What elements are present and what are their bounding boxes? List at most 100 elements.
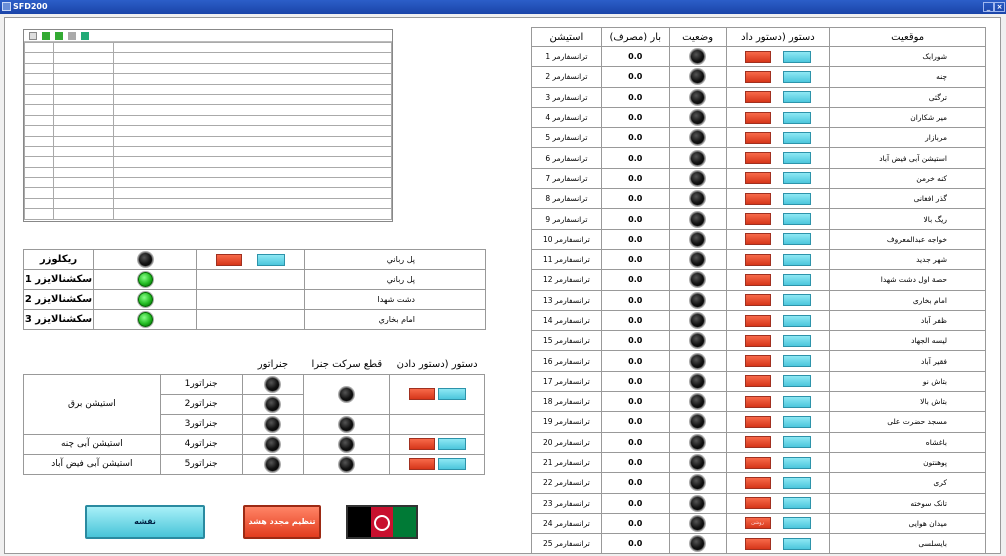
on-button[interactable]: [783, 131, 812, 144]
off-button[interactable]: [744, 294, 771, 307]
off-button[interactable]: [744, 314, 771, 327]
gen-col-header-breaker: قطع سرکت جنرا: [311, 359, 383, 371]
table-row: ترانسفارمر 16 0.0 فقیر آباد: [531, 350, 986, 372]
on-button[interactable]: [783, 395, 812, 408]
table-row: ترانسفارمر 24 0.0 روشن میدان هوایی: [531, 512, 986, 535]
on-button[interactable]: [783, 50, 812, 63]
on-button[interactable]: [783, 192, 812, 205]
on-button[interactable]: [783, 294, 812, 307]
on-button[interactable]: [783, 314, 812, 327]
on-button[interactable]: [783, 213, 812, 226]
afghanistan-flag: [346, 505, 418, 539]
refresh-icon[interactable]: [54, 32, 63, 40]
off-button[interactable]: [744, 172, 771, 185]
station-name: ترانسفارمر 17: [531, 370, 602, 393]
location-name: بتاش بالا: [829, 391, 986, 413]
off-button[interactable]: [744, 395, 771, 408]
add-icon[interactable]: [41, 32, 50, 40]
table-row: ترانسفارمر 2 0.0 چنه: [531, 66, 986, 88]
gen1-off-button[interactable]: [408, 388, 435, 400]
gen5-off-button[interactable]: [408, 458, 435, 470]
on-button[interactable]: [783, 497, 812, 510]
off-button[interactable]: [744, 192, 771, 205]
on-button[interactable]: [783, 456, 812, 469]
recloser-on-button[interactable]: [257, 253, 286, 266]
status-led: [690, 170, 706, 186]
status-led: [690, 89, 706, 105]
off-button[interactable]: [744, 375, 771, 388]
filter-icon[interactable]: [29, 32, 37, 40]
off-button[interactable]: [744, 91, 771, 104]
off-button[interactable]: [744, 334, 771, 347]
reset-alarm-button[interactable]: تنظیم مجدد هشد: [243, 505, 321, 539]
gen4-on-button[interactable]: [437, 438, 466, 450]
on-button[interactable]: [783, 517, 812, 530]
status-led: [690, 211, 706, 227]
off-button[interactable]: [744, 497, 771, 510]
load-value: 0.0: [600, 391, 670, 413]
off-button[interactable]: [744, 436, 771, 449]
off-button[interactable]: [744, 476, 771, 489]
station-name: ترانسفارمر 25: [531, 533, 602, 555]
off-button[interactable]: [744, 152, 771, 165]
breaker2-status-led: [339, 416, 355, 432]
on-button[interactable]: [783, 355, 812, 368]
off-button[interactable]: [744, 70, 771, 83]
table-row: ترانسفارمر 6 0.0 استیشن آبی فیض آباد: [531, 147, 986, 169]
on-button[interactable]: [783, 91, 812, 104]
table-row: ترانسفارمر 9 0.0 ریگ بالا: [531, 208, 986, 230]
off-button[interactable]: روشن: [744, 517, 771, 530]
on-button[interactable]: [783, 334, 812, 347]
recloser-row: سکشنالایزر 1 پل رباني: [23, 269, 486, 290]
excel-icon[interactable]: [80, 32, 89, 40]
on-button[interactable]: [783, 172, 812, 185]
clear-icon[interactable]: [67, 32, 76, 40]
on-button[interactable]: [783, 537, 812, 550]
station-electric-label: استیشن برق: [23, 373, 161, 435]
table-row: ترانسفارمر 15 0.0 لیسه الجهاد: [531, 330, 986, 352]
on-button[interactable]: [783, 233, 812, 246]
col-header-location: موقعیت: [829, 27, 986, 47]
recloser-name: ریکلوزر: [23, 249, 94, 270]
station-name: ترانسفارمر 18: [531, 391, 602, 413]
gen4-status-led: [265, 436, 281, 452]
location-name: ریگ بالا: [829, 208, 986, 230]
off-button[interactable]: [744, 355, 771, 368]
log-row: [24, 93, 392, 106]
station-name: ترانسفارمر 19: [531, 411, 602, 433]
off-button[interactable]: [744, 273, 771, 286]
minimize-icon[interactable]: _: [983, 2, 994, 12]
station-chena-label: استیشن آبی چنه: [23, 433, 161, 455]
on-button[interactable]: [783, 273, 812, 286]
off-button[interactable]: [744, 111, 771, 124]
gen4-off-button[interactable]: [408, 438, 435, 450]
on-button[interactable]: [783, 70, 812, 83]
close-icon[interactable]: ×: [994, 2, 1005, 12]
col-header-load: (بار (مصرف: [600, 27, 670, 47]
off-button[interactable]: [744, 253, 771, 266]
off-button[interactable]: [744, 456, 771, 469]
off-button[interactable]: [744, 131, 771, 144]
status-led: [690, 272, 706, 288]
off-button[interactable]: [744, 537, 771, 550]
on-button[interactable]: [783, 476, 812, 489]
flag-emblem-icon: [374, 515, 390, 531]
off-button[interactable]: [744, 213, 771, 226]
load-value: 0.0: [600, 492, 670, 514]
on-button[interactable]: [783, 152, 812, 165]
off-button[interactable]: [744, 233, 771, 246]
on-button[interactable]: [783, 253, 812, 266]
location-name: پوهنتون: [829, 451, 986, 474]
recloser-off-button[interactable]: [215, 253, 242, 266]
on-button[interactable]: [783, 111, 812, 124]
on-button[interactable]: [783, 415, 812, 428]
gen1-on-button[interactable]: [437, 388, 466, 400]
map-button[interactable]: نقشه: [85, 505, 205, 539]
off-button[interactable]: [744, 50, 771, 63]
off-button[interactable]: [744, 415, 771, 428]
gen5-on-button[interactable]: [437, 458, 466, 470]
gen4-label: جنراتور4: [159, 433, 243, 455]
recloser-status-led: [137, 252, 153, 267]
on-button[interactable]: [783, 436, 812, 449]
on-button[interactable]: [783, 375, 812, 388]
